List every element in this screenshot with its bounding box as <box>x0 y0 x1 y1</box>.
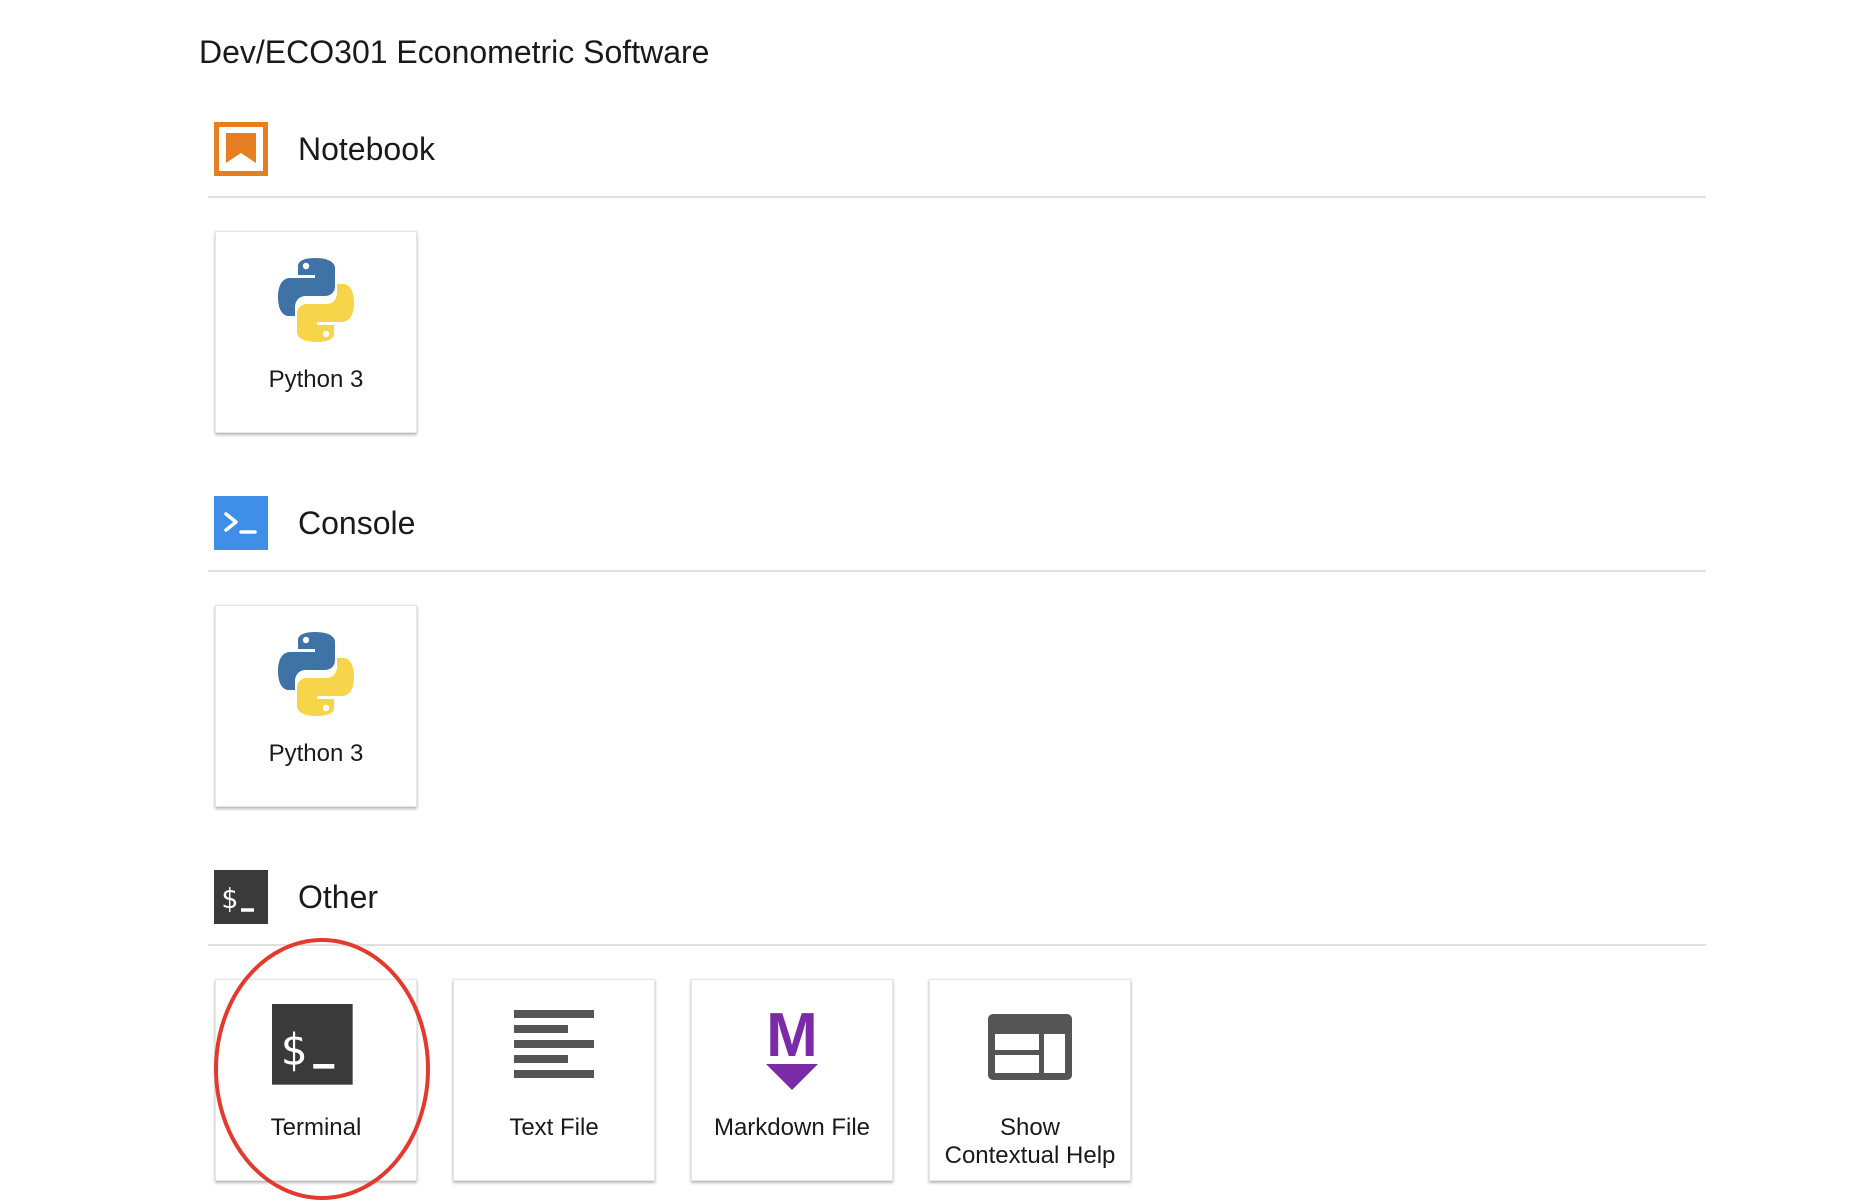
launcher-path: Dev/ECO301 Econometric Software <box>199 34 710 70</box>
section-header-console: Console <box>208 496 1706 566</box>
card-label-line: Contextual Help <box>944 1142 1116 1169</box>
text-lines-icon <box>514 1010 594 1078</box>
notebook-bookmark-icon <box>214 122 268 176</box>
svg-text:$: $ <box>280 1025 307 1076</box>
section-divider <box>208 570 1706 572</box>
contextual-help-icon <box>988 1014 1072 1080</box>
markdown-icon: M <box>766 1001 818 1090</box>
terminal-dollar-icon: $ <box>214 870 268 924</box>
card-label: Markdown File <box>713 1114 871 1141</box>
console-prompt-icon <box>214 496 268 550</box>
section-header-other: $ Other <box>208 870 1706 940</box>
section-divider <box>208 196 1706 198</box>
section-title-notebook: Notebook <box>298 131 435 167</box>
python-logo-icon <box>278 632 354 716</box>
launcher-card-text-file[interactable]: Text File <box>453 979 655 1181</box>
svg-text:M: M <box>766 1001 818 1070</box>
card-label: Show Contextual Help <box>930 1114 1130 1170</box>
section-title-console: Console <box>298 505 416 541</box>
card-label-line: Show <box>999 1114 1061 1141</box>
launcher-card-contextual-help[interactable]: Show Contextual Help <box>929 979 1131 1181</box>
card-label: Text File <box>509 1114 599 1141</box>
card-label: Python 3 <box>268 740 364 767</box>
section-title-other: Other <box>298 879 379 915</box>
section-divider <box>208 944 1706 946</box>
launcher-card-console-python3[interactable]: Python 3 <box>215 605 417 807</box>
launcher-card-markdown-file[interactable]: M Markdown File <box>691 979 893 1181</box>
svg-text:$: $ <box>221 882 238 915</box>
terminal-icon: $ <box>272 1004 353 1085</box>
card-label: Terminal <box>270 1114 362 1141</box>
card-label: Python 3 <box>268 366 364 393</box>
launcher-card-notebook-python3[interactable]: Python 3 <box>215 231 417 433</box>
launcher-card-terminal[interactable]: $ Terminal <box>215 979 417 1181</box>
python-logo-icon <box>278 258 354 342</box>
section-header-notebook: Notebook <box>208 122 1706 192</box>
